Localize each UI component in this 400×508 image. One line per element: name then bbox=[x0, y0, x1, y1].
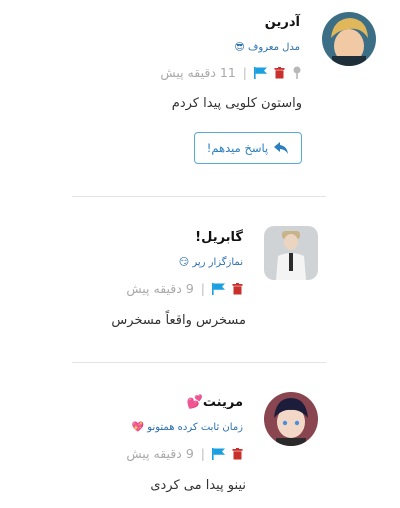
author-name[interactable]: گابریل! bbox=[195, 230, 243, 245]
badge-emoji: 💖 bbox=[131, 422, 145, 433]
comment-meta: | 9 دقیقه پیش bbox=[126, 281, 243, 296]
comment-text: نینو پیدا می کردی bbox=[150, 478, 246, 493]
avatar[interactable] bbox=[264, 392, 318, 446]
badge-label: نمازگزار رپر bbox=[192, 257, 243, 268]
meta-separator: | bbox=[200, 281, 205, 296]
meta-separator: | bbox=[200, 446, 205, 461]
trash-icon[interactable] bbox=[274, 66, 285, 79]
trash-icon[interactable] bbox=[232, 447, 243, 460]
reply-label: پاسخ میدهم! bbox=[206, 141, 269, 155]
pin-icon[interactable] bbox=[292, 66, 302, 80]
reply-icon bbox=[274, 142, 289, 154]
badge-label: زمان ثابت کرده همتونو bbox=[147, 422, 243, 433]
flag-icon[interactable] bbox=[254, 66, 267, 79]
divider bbox=[72, 362, 326, 363]
user-badge: نمازگزار رپر 😏 bbox=[179, 257, 243, 268]
comment-text: واستون کلویی پیدا کردم bbox=[171, 96, 302, 111]
author-name-text: مرینت bbox=[202, 395, 243, 410]
reply-button[interactable]: پاسخ میدهم! bbox=[194, 132, 302, 164]
flag-icon[interactable] bbox=[212, 447, 225, 460]
comments-list: آدرین مدل معروف 😎 | 11 دقیقه پیش واستون … bbox=[0, 0, 400, 508]
badge-label: مدل معروف bbox=[248, 42, 300, 53]
badge-emoji: 😎 bbox=[234, 42, 245, 53]
avatar[interactable] bbox=[264, 226, 318, 280]
user-badge: زمان ثابت کرده همتونو 💖 bbox=[132, 422, 243, 433]
badge-emoji: 😏 bbox=[178, 257, 190, 268]
comment-meta: | 9 دقیقه پیش bbox=[126, 446, 243, 461]
divider bbox=[72, 196, 326, 197]
avatar[interactable] bbox=[322, 12, 376, 66]
name-emoji: 💕 bbox=[186, 395, 203, 410]
meta-separator: | bbox=[242, 65, 247, 80]
timestamp: 9 دقیقه پیش bbox=[126, 446, 194, 461]
trash-icon[interactable] bbox=[232, 282, 243, 295]
comment-meta: | 11 دقیقه پیش bbox=[160, 65, 302, 80]
user-badge: مدل معروف 😎 bbox=[234, 42, 300, 53]
author-name[interactable]: مرینت💕 bbox=[187, 395, 243, 410]
timestamp: 11 دقیقه پیش bbox=[160, 65, 236, 80]
comment-text: مسخرس واقعاً مسخرس bbox=[111, 313, 246, 328]
flag-icon[interactable] bbox=[212, 282, 225, 295]
author-name[interactable]: آدرین bbox=[265, 15, 300, 30]
timestamp: 9 دقیقه پیش bbox=[126, 281, 194, 296]
